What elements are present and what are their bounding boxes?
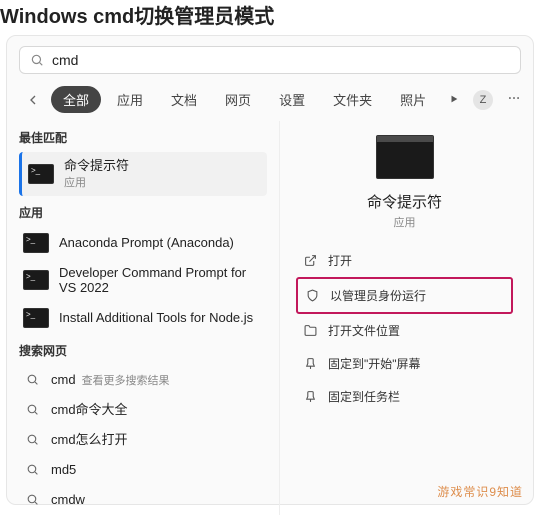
terminal-icon (23, 308, 49, 328)
app-title: Install Additional Tools for Node.js (59, 310, 253, 326)
web-title: cmd命令大全 (51, 402, 128, 418)
tab-folders[interactable]: 文件夹 (321, 86, 384, 113)
web-title: cmd怎么打开 (51, 432, 128, 448)
folder-icon (302, 323, 318, 339)
action-pin-start[interactable]: 固定到"开始"屏幕 (296, 347, 513, 380)
web-row[interactable]: cmd查看更多搜索结果 (19, 365, 267, 395)
pin-icon (302, 356, 318, 372)
action-label: 打开 (328, 252, 352, 269)
overflow-icon[interactable] (507, 91, 521, 108)
cmd-icon (28, 164, 54, 184)
pin-icon (302, 389, 318, 405)
search-icon (23, 431, 41, 449)
web-row[interactable]: cmd怎么打开 (19, 425, 267, 455)
search-window: 全部 应用 文档 网页 设置 文件夹 照片 Z 最佳匹配 命令提示符 应用 (6, 35, 534, 505)
preview-thumbnail (376, 135, 434, 179)
terminal-icon (23, 270, 49, 290)
action-label: 以管理员身份运行 (330, 287, 426, 304)
action-label: 固定到"开始"屏幕 (328, 355, 421, 372)
page-header: Windows cmd切换管理员模式 (0, 0, 540, 35)
action-open[interactable]: 打开 (296, 244, 513, 277)
action-run-admin[interactable]: 以管理员身份运行 (296, 277, 513, 314)
action-pin-taskbar[interactable]: 固定到任务栏 (296, 380, 513, 413)
search-input[interactable] (52, 52, 510, 68)
preview-column: 命令提示符 应用 打开 以管理员身份运行 打开文件位置 固定到"开始"屏幕 (279, 121, 521, 515)
avatar[interactable]: Z (473, 90, 493, 110)
app-title: Developer Command Prompt for VS 2022 (59, 265, 263, 296)
search-box[interactable] (19, 46, 521, 74)
tab-all[interactable]: 全部 (51, 86, 101, 113)
watermark: 游戏常识9知道 (437, 483, 523, 500)
search-icon (30, 53, 44, 67)
section-apps: 应用 (19, 204, 267, 221)
search-icon (23, 461, 41, 479)
tab-apps[interactable]: 应用 (105, 86, 155, 113)
preview-title: 命令提示符 (296, 191, 513, 212)
action-open-location[interactable]: 打开文件位置 (296, 314, 513, 347)
tab-docs[interactable]: 文档 (159, 86, 209, 113)
app-row[interactable]: Developer Command Prompt for VS 2022 (19, 259, 267, 302)
web-title: md5 (51, 462, 76, 478)
best-match-row[interactable]: 命令提示符 应用 (19, 152, 267, 196)
tab-photos[interactable]: 照片 (388, 86, 438, 113)
open-icon (302, 253, 318, 269)
action-label: 固定到任务栏 (328, 388, 400, 405)
app-row[interactable]: Anaconda Prompt (Anaconda) (19, 227, 267, 259)
section-best-match: 最佳匹配 (19, 129, 267, 146)
tab-web[interactable]: 网页 (213, 86, 263, 113)
best-match-subtitle: 应用 (64, 174, 129, 190)
tab-bar: 全部 应用 文档 网页 设置 文件夹 照片 Z (19, 86, 521, 113)
more-tabs-icon[interactable] (449, 92, 459, 107)
web-row[interactable]: md5 (19, 455, 267, 485)
web-title: cmd查看更多搜索结果 (51, 372, 170, 388)
search-icon (23, 401, 41, 419)
results-column: 最佳匹配 命令提示符 应用 应用 Anaconda Prompt (Anacon… (19, 121, 279, 515)
tab-settings[interactable]: 设置 (267, 86, 317, 113)
preview-hero: 命令提示符 应用 (296, 127, 513, 244)
back-arrow-icon[interactable] (19, 88, 47, 112)
app-title: Anaconda Prompt (Anaconda) (59, 235, 234, 251)
best-match-title: 命令提示符 (64, 158, 129, 174)
section-web: 搜索网页 (19, 342, 267, 359)
preview-subtitle: 应用 (296, 214, 513, 230)
app-row[interactable]: Install Additional Tools for Node.js (19, 302, 267, 334)
terminal-icon (23, 233, 49, 253)
action-label: 打开文件位置 (328, 322, 400, 339)
shield-icon (304, 288, 320, 304)
search-icon (23, 371, 41, 389)
web-row[interactable]: cmd命令大全 (19, 395, 267, 425)
